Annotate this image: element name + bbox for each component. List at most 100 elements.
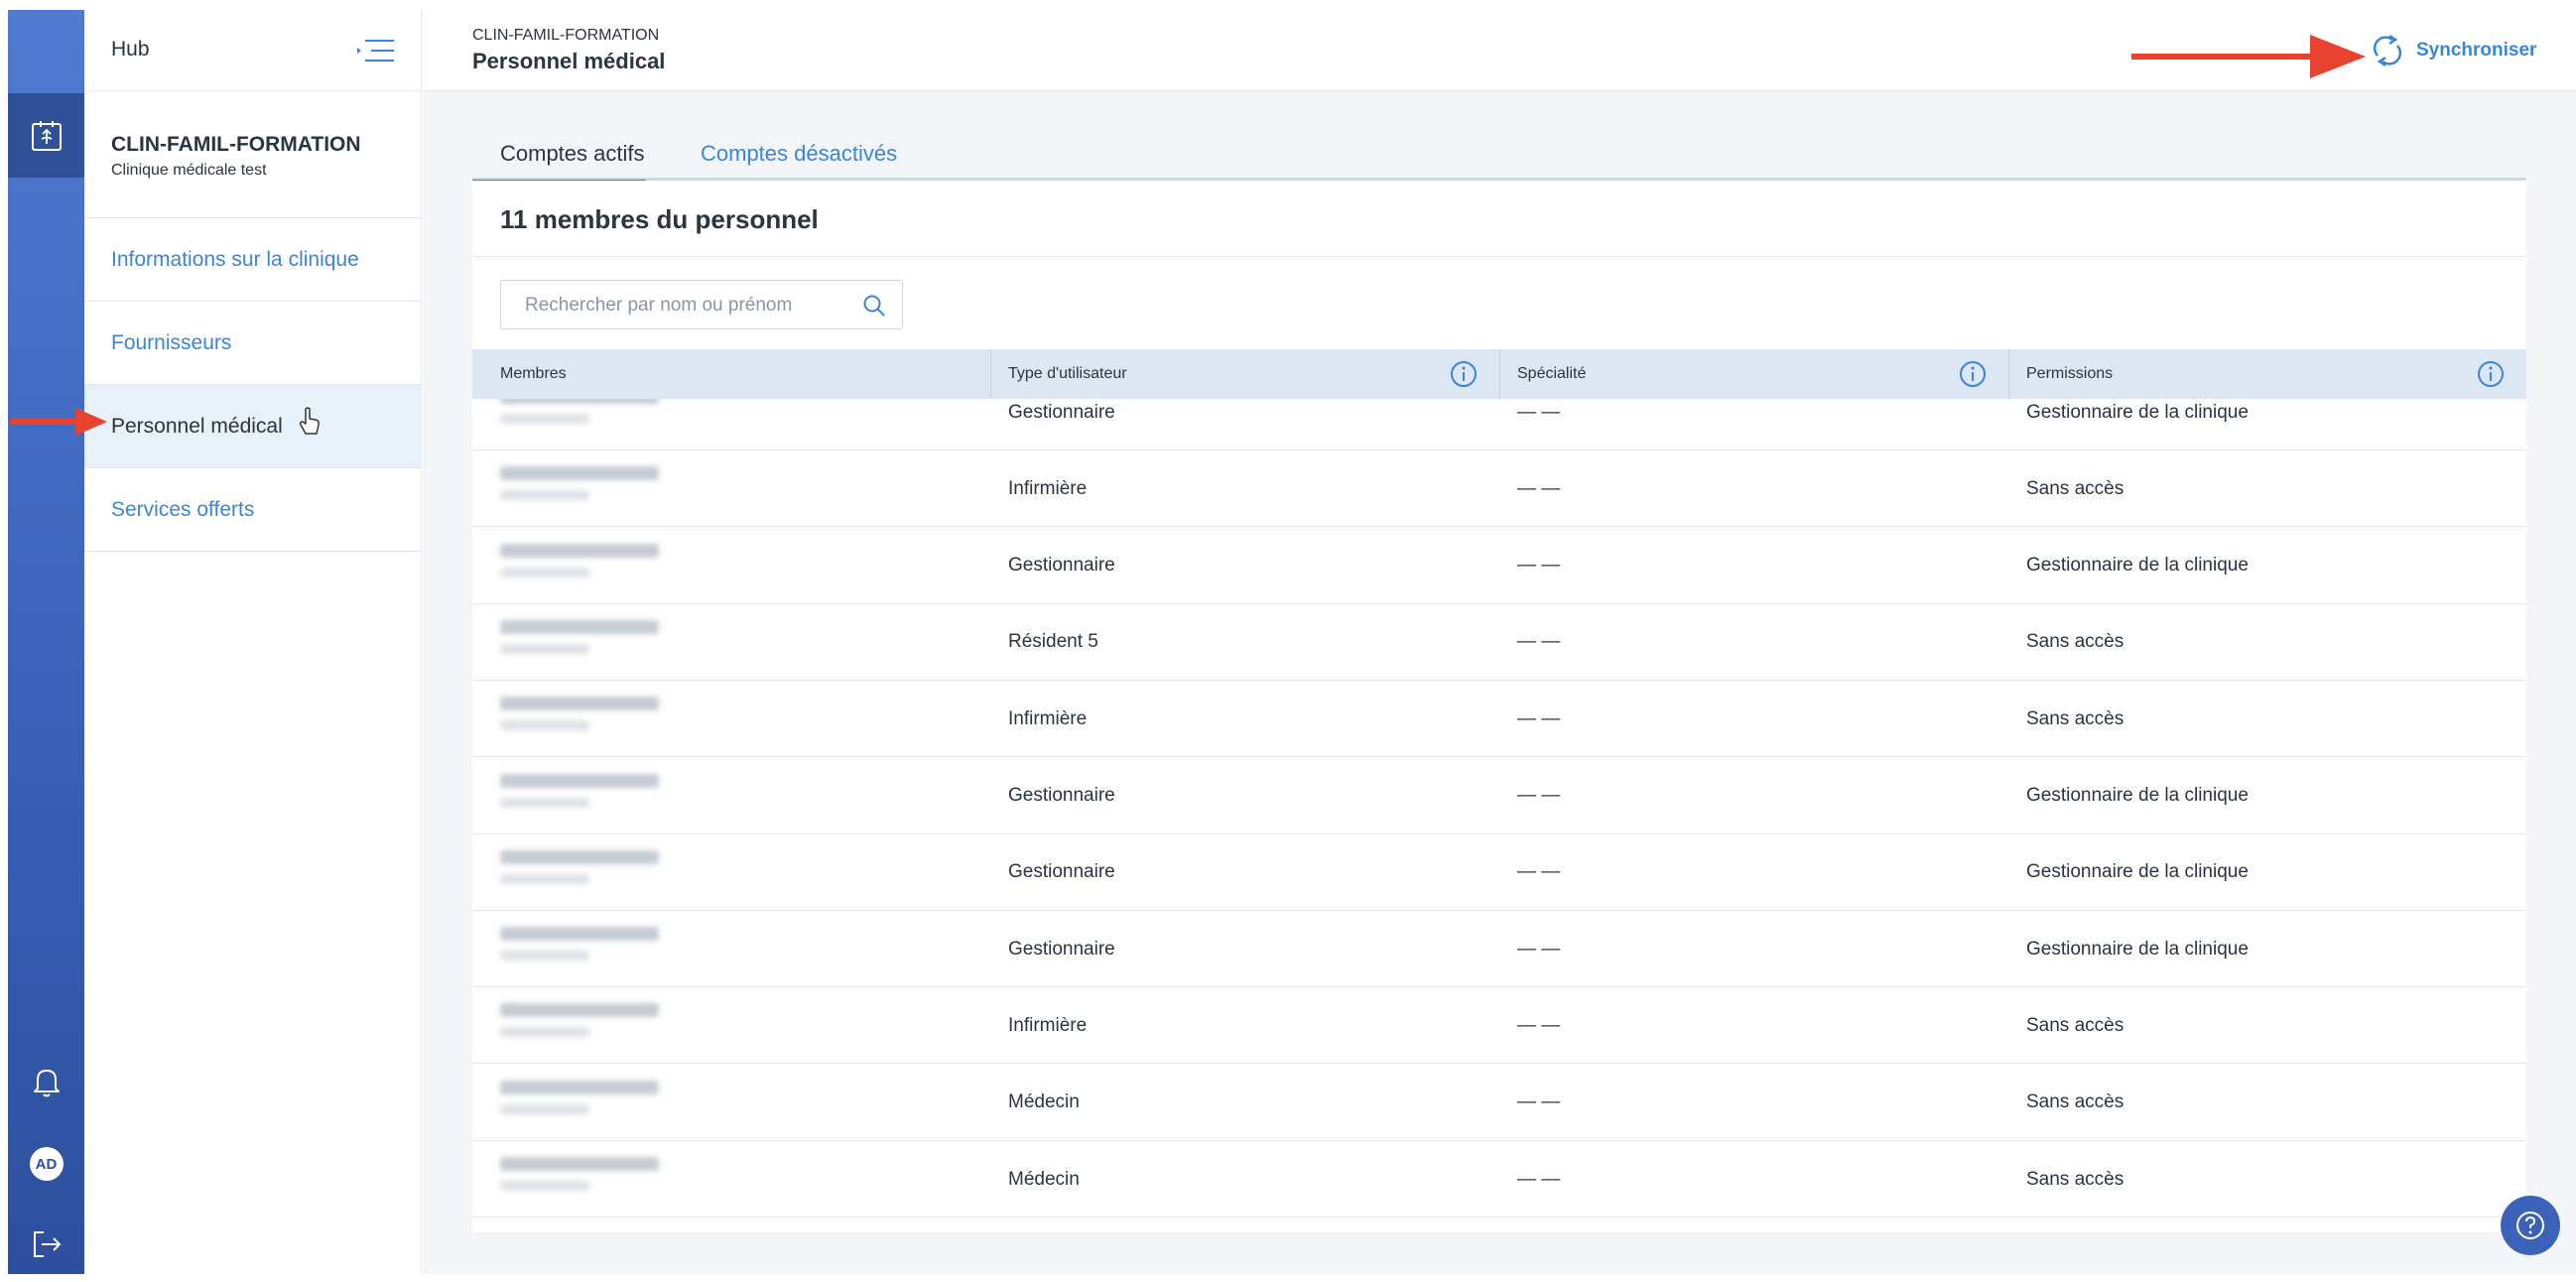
table-row[interactable]: Gestionnaire — — Gestionnaire de la cliniq…	[472, 834, 2526, 911]
member-name-redacted	[500, 697, 867, 744]
sync-button[interactable]: Synchroniser	[2371, 30, 2536, 71]
hub-label: Hub	[111, 38, 150, 61]
cell-specialty: — —	[1517, 1091, 1561, 1113]
annotation-arrow-icon	[10, 408, 107, 436]
cell-user-type: Gestionnaire	[1008, 861, 1115, 883]
table-body: Gestionnaire — — Gestionnaire de la cliniq…	[472, 399, 2526, 1232]
table-row[interactable]: Gestionnaire — — Gestionnaire de la cliniq…	[472, 528, 2526, 604]
member-name-redacted	[500, 466, 867, 514]
tab-deactivated-accounts[interactable]: Comptes désactivés	[701, 127, 897, 181]
table-row[interactable]: Gestionnaire — — Gestionnaire de la cliniq…	[472, 758, 2526, 834]
cell-user-type: Médecin	[1008, 1168, 1080, 1190]
annotation-arrow-icon	[2131, 35, 2366, 78]
pointer-cursor-icon	[300, 407, 320, 435]
search-icon[interactable]	[862, 294, 886, 318]
cell-user-type: Gestionnaire	[1008, 938, 1115, 960]
secondary-sidebar: Hub CLIN-FAMIL-FORMATION Clinique médica…	[84, 10, 422, 1274]
main-content: CLIN-FAMIL-FORMATION Personnel médical S…	[423, 10, 2576, 1274]
cell-permission: Sans accès	[2026, 1014, 2125, 1036]
cell-specialty: — —	[1517, 477, 1561, 499]
collapse-sidebar-icon[interactable]	[354, 34, 398, 67]
help-button[interactable]	[2501, 1196, 2560, 1255]
user-avatar[interactable]: AD	[8, 1134, 84, 1194]
info-icon[interactable]	[1959, 360, 1987, 388]
cell-permission: Sans accès	[2026, 477, 2125, 499]
clinic-subtitle: Clinique médicale test	[111, 162, 267, 179]
avatar-initials: AD	[29, 1147, 64, 1181]
search-field[interactable]	[500, 280, 903, 329]
hub-header: Hub	[84, 10, 422, 91]
staff-count-title: 11 membres du personnel	[500, 204, 819, 234]
member-name-redacted	[500, 1003, 867, 1051]
sidebar-item-services[interactable]: Services offerts	[84, 468, 422, 552]
app-window: AD Hub CLIN-FAMIL-FORMATION Clinique méd…	[0, 0, 2576, 1282]
cell-specialty: — —	[1517, 1168, 1561, 1190]
cell-user-type: Médecin	[1008, 1091, 1080, 1113]
breadcrumb[interactable]: CLIN-FAMIL-FORMATION	[472, 27, 659, 45]
cell-permission: Gestionnaire de la clinique	[2026, 555, 2249, 577]
member-name-redacted	[500, 1157, 867, 1205]
cell-user-type: Résident 5	[1008, 631, 1098, 653]
sidebar-item-clinic-info[interactable]: Informations sur la clinique	[84, 218, 422, 302]
page-title: Personnel médical	[472, 49, 666, 73]
cell-permission: Sans accès	[2026, 1168, 2125, 1190]
cell-permission: Gestionnaire de la clinique	[2026, 861, 2249, 883]
member-name-redacted	[500, 399, 867, 438]
cell-user-type: Infirmière	[1008, 477, 1088, 499]
table-header: Membres Type d'utilisateur Spécialité Pe…	[472, 349, 2526, 399]
staff-card: 11 membres du personnel Membres Type d'u…	[472, 181, 2526, 1232]
help-icon	[2516, 1212, 2544, 1239]
table-row[interactable]: Gestionnaire — — Gestionnaire de la cliniq…	[472, 911, 2526, 988]
cell-user-type: Infirmière	[1008, 1014, 1088, 1036]
cell-permission: Sans accès	[2026, 707, 2125, 729]
column-header-specialty[interactable]: Spécialité	[1500, 349, 2009, 399]
cell-specialty: — —	[1517, 555, 1561, 577]
cell-specialty: — —	[1517, 707, 1561, 729]
cell-user-type: Gestionnaire	[1008, 401, 1115, 423]
member-name-redacted	[500, 849, 867, 898]
tab-active-accounts[interactable]: Comptes actifs	[472, 127, 646, 184]
cell-permission: Gestionnaire de la clinique	[2026, 938, 2249, 960]
search-input[interactable]	[525, 293, 842, 319]
table-row[interactable]: Gestionnaire — — Gestionnaire de la cliniq…	[472, 399, 2526, 450]
cell-user-type: Gestionnaire	[1008, 555, 1115, 577]
cell-specialty: — —	[1517, 938, 1561, 960]
table-row[interactable]: Résident 5 — — Sans accès	[472, 604, 2526, 681]
column-header-members[interactable]: Membres	[472, 349, 991, 399]
info-icon[interactable]	[2477, 360, 2505, 388]
logout-icon[interactable]	[8, 1215, 84, 1274]
cell-specialty: — —	[1517, 401, 1561, 423]
info-icon[interactable]	[1450, 360, 1478, 388]
clinic-name: CLIN-FAMIL-FORMATION	[111, 133, 361, 156]
table-row[interactable]: Médecin — — Sans accès	[472, 1141, 2526, 1218]
table-row[interactable]: Médecin — — Sans accès	[472, 1065, 2526, 1141]
cell-specialty: — —	[1517, 1014, 1561, 1036]
divider	[472, 256, 2526, 257]
member-name-redacted	[500, 543, 867, 591]
cell-specialty: — —	[1517, 631, 1561, 653]
sidebar-item-medical-staff[interactable]: Personnel médical	[84, 385, 422, 468]
cell-user-type: Infirmière	[1008, 707, 1088, 729]
app-rail: AD	[8, 10, 84, 1274]
cell-specialty: — —	[1517, 785, 1561, 806]
table-row[interactable]: Infirmière — — Sans accès	[472, 987, 2526, 1065]
sync-icon	[2373, 34, 2402, 67]
cell-permission: Sans accès	[2026, 1091, 2125, 1113]
clinic-info: CLIN-FAMIL-FORMATION Clinique médicale t…	[84, 91, 422, 218]
cell-permission: Gestionnaire de la clinique	[2026, 785, 2249, 806]
cell-user-type: Gestionnaire	[1008, 785, 1115, 806]
column-header-permissions[interactable]: Permissions	[2009, 349, 2526, 399]
sidebar-item-suppliers[interactable]: Fournisseurs	[84, 302, 422, 385]
cell-specialty: — —	[1517, 861, 1561, 883]
member-name-redacted	[500, 773, 867, 822]
sync-label: Synchroniser	[2416, 40, 2537, 61]
column-header-user-type[interactable]: Type d'utilisateur	[991, 349, 1500, 399]
member-name-redacted	[500, 1080, 867, 1128]
clinic-logo-icon[interactable]	[8, 93, 84, 178]
bell-icon[interactable]	[8, 1052, 84, 1111]
member-name-redacted	[500, 619, 867, 668]
top-bar: CLIN-FAMIL-FORMATION Personnel médical S…	[423, 10, 2576, 91]
table-row[interactable]: Infirmière — — Sans accès	[472, 450, 2526, 528]
table-row[interactable]: Infirmière — — Sans accès	[472, 681, 2526, 758]
cell-permission: Gestionnaire de la clinique	[2026, 401, 2249, 423]
